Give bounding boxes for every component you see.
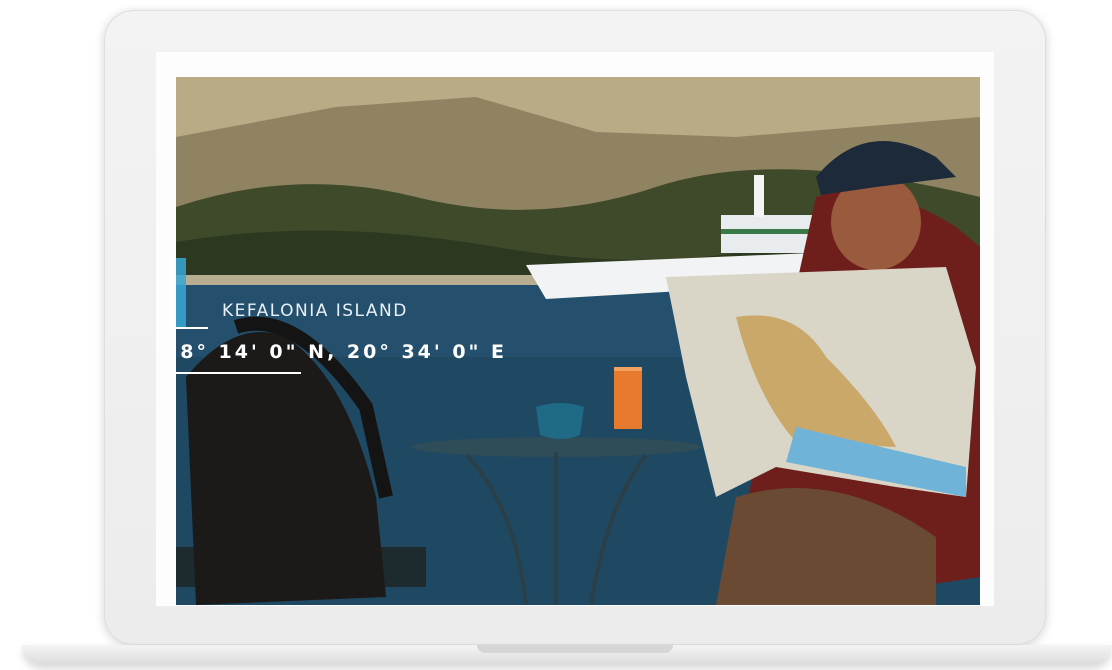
location-coordinates: 38° 14' 0" N, 20° 34' 0" E [176, 341, 506, 363]
ferry-mast [754, 175, 764, 217]
orange-juice [614, 367, 642, 429]
laptop-notch [477, 645, 673, 653]
coordinates-text: 38° 14' 0" N, 20° 34' 0" E [176, 341, 506, 363]
accent-panel [176, 258, 186, 328]
sugar-bowl [536, 403, 584, 439]
location-title: KEFALONIA ISLAND [222, 301, 408, 321]
divider-bottom [176, 372, 301, 374]
divider-top [176, 327, 208, 329]
juice-rim [614, 367, 642, 371]
